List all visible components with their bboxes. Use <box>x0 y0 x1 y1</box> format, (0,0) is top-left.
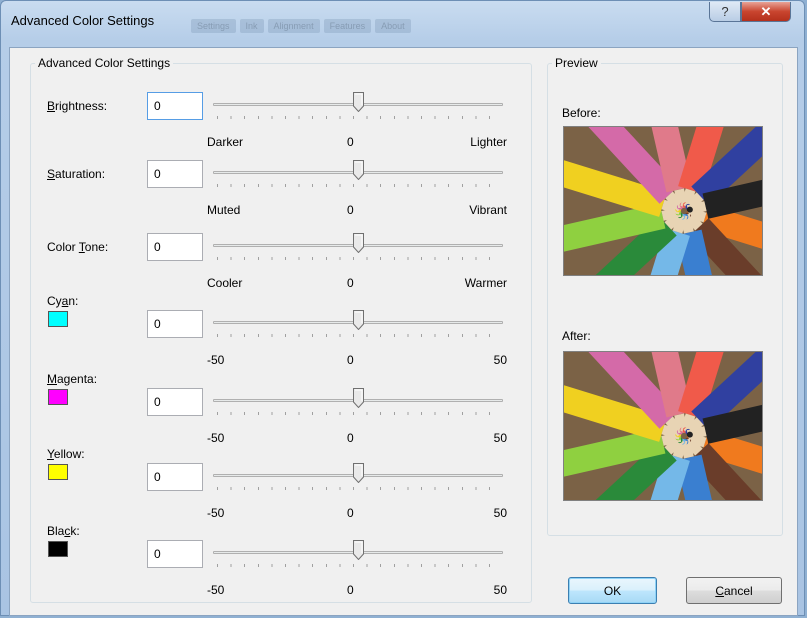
scale-label: 50 <box>493 506 507 520</box>
scale-label: 0 <box>347 203 354 217</box>
background-tab: Features <box>323 19 372 33</box>
dialog-window: Advanced Color Settings Settings Ink Align… <box>0 0 805 616</box>
slider-scale: Muted 0 Vibrant <box>207 203 507 217</box>
setting-label: Yellow: <box>47 447 85 461</box>
value-input[interactable] <box>147 463 203 491</box>
value-input[interactable] <box>147 540 203 568</box>
settings-group-legend: Advanced Color Settings <box>38 56 171 70</box>
scale-label: Warmer <box>464 276 507 290</box>
color-swatch <box>48 464 68 480</box>
setting-label: Black: <box>47 524 80 538</box>
value-slider[interactable] <box>213 388 503 422</box>
color-swatch <box>48 541 68 557</box>
close-icon: ✕ <box>760 3 772 19</box>
after-label: After: <box>562 329 591 343</box>
scale-label: -50 <box>207 431 225 445</box>
scale-label: 50 <box>493 353 507 367</box>
scale-label: -50 <box>207 506 225 520</box>
scale-label: 0 <box>347 353 354 367</box>
setting-label: Saturation: <box>47 167 106 181</box>
scale-label: Muted <box>207 203 241 217</box>
value-input[interactable] <box>147 92 203 120</box>
value-input[interactable] <box>147 310 203 338</box>
value-slider[interactable] <box>213 160 503 194</box>
slider-scale: -50 0 50 <box>207 353 507 367</box>
window-title: Advanced Color Settings <box>11 13 155 28</box>
scale-label: 50 <box>493 431 507 445</box>
slider-ticks <box>217 116 499 119</box>
value-slider[interactable] <box>213 540 503 574</box>
scale-label: -50 <box>207 583 225 597</box>
slider-ticks <box>217 334 499 337</box>
slider-ticks <box>217 487 499 490</box>
value-slider[interactable] <box>213 92 503 126</box>
ok-button[interactable]: OK <box>568 577 657 604</box>
cancel-button[interactable]: Cancel <box>686 577 782 604</box>
value-input[interactable] <box>147 160 203 188</box>
scale-label: 0 <box>347 583 354 597</box>
slider-scale: -50 0 50 <box>207 506 507 520</box>
slider-thumb[interactable] <box>353 233 364 253</box>
value-input[interactable] <box>147 233 203 261</box>
scale-label: 0 <box>347 135 354 149</box>
setting-label: Cyan: <box>47 294 79 308</box>
scale-label: Vibrant <box>469 203 507 217</box>
before-image <box>563 126 763 276</box>
scale-label: Lighter <box>470 135 507 149</box>
after-image <box>563 351 763 501</box>
color-swatch <box>48 311 68 327</box>
slider-scale: -50 0 50 <box>207 583 507 597</box>
slider-thumb[interactable] <box>353 92 364 112</box>
slider-scale: -50 0 50 <box>207 431 507 445</box>
slider-thumb[interactable] <box>353 310 364 330</box>
ok-button-label: OK <box>603 583 622 598</box>
pencils-after-picture <box>564 352 762 500</box>
dialog-content: Advanced Color Settings Brightness: Darke… <box>9 47 798 616</box>
slider-thumb[interactable] <box>353 463 364 483</box>
cancel-button-label: Cancel <box>715 583 753 598</box>
help-icon: ? <box>721 4 729 19</box>
slider-ticks <box>217 564 499 567</box>
scale-label: 0 <box>347 276 354 290</box>
before-label: Before: <box>562 106 601 120</box>
slider-scale: Cooler 0 Warmer <box>207 276 507 290</box>
pencils-before-picture <box>564 127 762 275</box>
slider-ticks <box>217 257 499 260</box>
slider-thumb[interactable] <box>353 540 364 560</box>
background-tab: About <box>375 19 411 33</box>
slider-ticks <box>217 184 499 187</box>
color-swatch <box>48 389 68 405</box>
background-tab: Ink <box>239 19 264 33</box>
value-slider[interactable] <box>213 463 503 497</box>
slider-ticks <box>217 412 499 415</box>
scale-label: 0 <box>347 431 354 445</box>
background-tab: Settings <box>191 19 236 33</box>
close-button[interactable]: ✕ <box>741 2 791 22</box>
scale-label: 0 <box>347 506 354 520</box>
scale-label: Darker <box>207 135 244 149</box>
title-bar[interactable]: Advanced Color Settings Settings Ink Align… <box>1 1 804 47</box>
help-button[interactable]: ? <box>709 2 741 22</box>
value-input[interactable] <box>147 388 203 416</box>
background-tab: Alignment <box>267 19 320 33</box>
setting-label: Color Tone: <box>47 240 109 254</box>
value-slider[interactable] <box>213 233 503 267</box>
scale-label: -50 <box>207 353 225 367</box>
background-tabs: Settings Ink Alignment Features About <box>191 19 411 33</box>
value-slider[interactable] <box>213 310 503 344</box>
setting-label: Magenta: <box>47 372 98 386</box>
setting-label: Brightness: <box>47 99 108 113</box>
scale-label: 50 <box>493 583 507 597</box>
preview-group-legend: Preview <box>555 56 598 70</box>
slider-thumb[interactable] <box>353 388 364 408</box>
slider-thumb[interactable] <box>353 160 364 180</box>
scale-label: Cooler <box>207 276 243 290</box>
slider-scale: Darker 0 Lighter <box>207 135 507 149</box>
